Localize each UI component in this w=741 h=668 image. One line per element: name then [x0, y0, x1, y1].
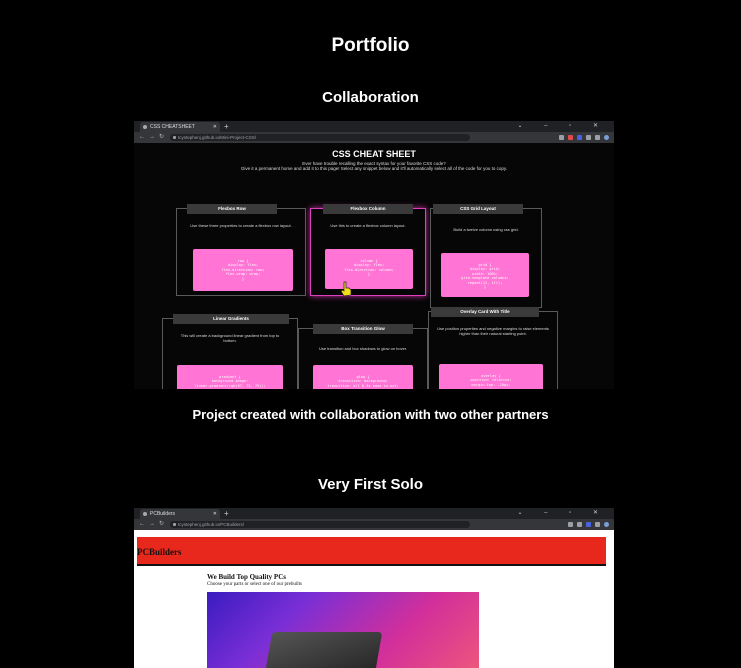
code-snippet: row { display: flex; flex-direction: row…	[193, 249, 293, 291]
tab-title: PCBuilders	[150, 511, 176, 517]
profile-avatar-icon	[604, 135, 609, 140]
extension-icon	[595, 135, 600, 140]
nav-buttons: ←→↻	[139, 519, 168, 530]
extension-icon	[586, 135, 591, 140]
pcbuilders-headline: We Build Top Quality PCs	[207, 573, 286, 581]
lock-icon	[173, 523, 176, 526]
card-title: Flexbox Row	[187, 204, 277, 214]
extension-icon	[577, 135, 582, 140]
card-title: CSS Grid Layout	[433, 204, 523, 214]
favicon-icon	[143, 512, 147, 516]
favicon-icon	[143, 125, 147, 129]
address-bar: tcystephenj.github.io/Mini-Project-CSS/	[170, 134, 470, 141]
card-description: Build a twelve column using css grid.	[453, 227, 519, 232]
card-css-grid: CSS Grid Layout Build a twelve column us…	[430, 204, 542, 308]
pcbuilders-page: PCBuilders We Build Top Quality PCs Choo…	[134, 530, 614, 668]
url-host: tcystephenj.github.io	[178, 135, 220, 140]
card-title: Box Transition Glow	[313, 324, 413, 334]
browser-urlbar: ←→↻ tcystephenj.github.io/PCBuilders/	[134, 519, 614, 530]
section-heading-very-first-solo: Very First Solo	[317, 476, 424, 493]
new-tab-icon: +	[224, 509, 229, 518]
extension-icon	[577, 522, 582, 527]
browser-tabbar: CSS CHEATSHEET ✕ + ⌄ – ▫ ✕	[134, 121, 614, 132]
extension-icons	[559, 134, 609, 141]
card-description: Use these three properties to create a f…	[190, 223, 292, 228]
cheatsheet-subtitle: Ever have trouble recalling the exact sy…	[134, 161, 614, 171]
back-icon: ←	[139, 134, 149, 140]
cheatsheet-title: CSS CHEAT SHEET	[332, 149, 416, 159]
card-description: Use transition and box shadows to glow o…	[318, 346, 408, 351]
window-controls: ⌄ – ▫ ✕	[517, 510, 608, 516]
browser-tabbar: PCBuilders ✕ + ⌄ – ▫ ✕	[134, 508, 614, 519]
page-title: Portfolio	[331, 35, 410, 56]
card-description: Use position properties and negative mar…	[437, 326, 549, 336]
card-description: This will create a background linear gra…	[180, 333, 280, 343]
pcbuilders-header: PCBuilders	[137, 537, 606, 566]
window-controls: ⌄ – ▫ ✕	[517, 123, 608, 129]
pcbuilders-logo: PCBuilders	[137, 547, 182, 557]
section-heading-collaboration: Collaboration	[322, 89, 419, 106]
profile-avatar-icon	[604, 522, 609, 527]
extension-icon	[568, 522, 573, 527]
close-icon: ✕	[212, 511, 217, 517]
screenshot-pcbuilders: PCBuilders ✕ + ⌄ – ▫ ✕ ←→↻ tcystephenj.g…	[134, 508, 614, 668]
code-snippet: overlay { position: relative; margin-top…	[439, 364, 543, 389]
card-title: Overlay Card With Title	[431, 307, 539, 317]
tab-title: CSS CHEATSHEET	[150, 124, 195, 130]
reload-icon: ↻	[159, 521, 169, 527]
lock-icon	[173, 136, 176, 139]
card-title: Linear Gradients	[173, 314, 289, 324]
pc-case-image	[261, 632, 383, 668]
card-linear-gradients: Linear Gradients This will create a back…	[162, 314, 298, 389]
extension-icons	[568, 521, 609, 528]
browser-tab: PCBuilders ✕	[140, 509, 220, 519]
browser-urlbar: ←→↻ tcystephenj.github.io/Mini-Project-C…	[134, 132, 614, 143]
code-snippet: glow { transition: background; transitio…	[313, 365, 413, 389]
card-title: Flexbox Column	[323, 204, 413, 214]
screenshot-css-cheatsheet: CSS CHEATSHEET ✕ + ⌄ – ▫ ✕ ←→↻ tcystephe…	[134, 121, 614, 391]
card-overlay-title: Overlay Card With Title Use position pro…	[428, 307, 558, 389]
extension-icon	[595, 522, 600, 527]
new-tab-icon: +	[224, 122, 229, 131]
extension-icon	[586, 522, 591, 527]
cheatsheet-subtitle-line: Give it a permanent home and add it to t…	[240, 166, 508, 171]
code-snippet: grid { display: grid; width: 100%; grid-…	[441, 253, 529, 297]
section-caption: Project created with collaboration with …	[192, 407, 549, 422]
extension-icon	[559, 135, 564, 140]
address-bar: tcystephenj.github.io/PCBuilders/	[170, 521, 470, 528]
card-description: Use this to create a flexbox column layo…	[330, 223, 406, 228]
forward-icon: →	[149, 134, 159, 140]
forward-icon: →	[149, 521, 159, 527]
card-flexbox-column: Flexbox Column Use this to create a flex…	[310, 204, 426, 296]
pointer-hand-icon	[340, 281, 352, 297]
close-icon: ✕	[212, 124, 217, 130]
code-snippet: gradient { background-image: linear-grad…	[177, 365, 283, 389]
code-snippet: column { display: flex; flex-direction: …	[325, 249, 413, 289]
card-flexbox-row: Flexbox Row Use these three properties t…	[176, 204, 306, 296]
url-host: tcystephenj.github.io	[178, 522, 220, 527]
pcbuilders-subline: Choose your parts or select one of our p…	[207, 582, 302, 587]
extension-icon	[568, 135, 573, 140]
url-path: /Mini-Project-CSS/	[219, 135, 257, 140]
reload-icon: ↻	[159, 134, 169, 140]
browser-tab: CSS CHEATSHEET ✕	[140, 122, 220, 132]
hero-image	[207, 592, 479, 668]
nav-buttons: ←→↻	[139, 132, 168, 143]
back-icon: ←	[139, 521, 149, 527]
card-box-transition-glow: Box Transition Glow Use transition and b…	[298, 324, 428, 389]
cheatsheet-page: CSS CHEAT SHEET Ever have trouble recall…	[134, 143, 614, 389]
url-path: /PCBuilders/	[219, 522, 245, 527]
